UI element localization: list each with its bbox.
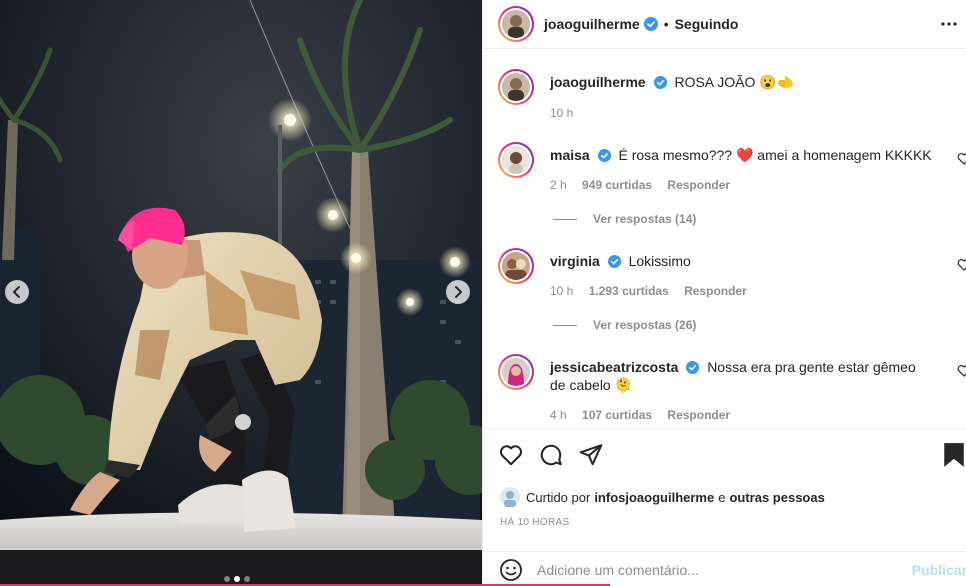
comment-like-heart-icon[interactable] — [957, 152, 966, 166]
verified-badge-icon — [686, 361, 700, 374]
comment-like-heart-icon[interactable] — [957, 258, 966, 272]
comment-like-heart-icon[interactable] — [957, 364, 966, 378]
comment-item: maisa É rosa mesmo??? ❤️ amei a homenage… — [498, 142, 963, 202]
reply-button[interactable]: Responder — [667, 178, 730, 192]
author-avatar[interactable] — [498, 6, 534, 42]
comment-item: virginia Lokissimo 10 h 1.293 curtidas R… — [498, 248, 963, 308]
comment-avatar[interactable] — [498, 354, 534, 390]
carousel-indicator — [224, 576, 250, 582]
view-replies-label: Ver respostas (14) — [593, 212, 697, 226]
separator-dot: • — [663, 16, 669, 32]
liked-by-prefix: Curtido por — [526, 489, 591, 505]
verified-badge-icon — [607, 255, 621, 268]
comment-meta: 4 h 107 curtidas Responder — [550, 408, 730, 422]
carousel-dot — [244, 576, 250, 582]
post-photo — [0, 0, 482, 586]
verified-badge-icon — [597, 149, 611, 162]
liked-by-user[interactable]: infosjoaoguilherme — [594, 490, 714, 505]
bookmark-icon[interactable] — [942, 442, 966, 468]
watch — [235, 414, 251, 430]
comment-item: jessicabeatrizcosta Nossa era pra gente … — [498, 354, 963, 424]
comment-likes[interactable]: 1.293 curtidas — [589, 284, 669, 298]
carousel-dot-active — [234, 576, 240, 582]
next-photo-button[interactable] — [446, 280, 470, 304]
liked-by-and: e — [718, 489, 726, 505]
comment-likes[interactable]: 107 curtidas — [582, 408, 652, 422]
publish-button[interactable]: Publicar — [912, 562, 966, 578]
comment-username[interactable]: maisa — [550, 147, 590, 163]
comment-likes[interactable]: 949 curtidas — [582, 178, 652, 192]
view-replies-label: Ver respostas (26) — [593, 318, 697, 332]
carousel-dot — [224, 576, 230, 582]
smiley-icon[interactable] — [499, 558, 523, 582]
liker-avatar[interactable] — [500, 487, 520, 507]
caption-time: 10 h — [550, 106, 574, 120]
post-header: joaoguilherme • Seguindo — [483, 0, 966, 49]
comment-time: 4 h — [550, 408, 567, 422]
caption: joaoguilherme ROSA JOÃO 😮🫲 10 h — [498, 69, 963, 129]
comment-input[interactable]: Adicione um comentário... — [537, 562, 699, 578]
view-replies-button[interactable]: Ver respostas (14) — [553, 212, 696, 226]
liked-by-others[interactable]: outras pessoas — [729, 490, 824, 505]
post-side-panel: joaoguilherme • Seguindo joaoguilherme R… — [482, 0, 966, 586]
photo-scene — [0, 0, 482, 586]
caption-text: ROSA JOÃO 😮🫲 — [674, 74, 795, 90]
reply-button[interactable]: Responder — [667, 408, 730, 422]
comment-time: 10 h — [550, 284, 574, 298]
paper-plane-icon[interactable] — [578, 442, 604, 468]
comment-username[interactable]: jessicabeatrizcosta — [550, 359, 678, 375]
verified-badge-icon — [653, 76, 667, 89]
comment-composer: Adicione um comentário... Publicar — [483, 551, 966, 586]
more-options-icon[interactable] — [941, 16, 957, 32]
chevron-left-icon — [13, 286, 20, 298]
comment-time: 2 h — [550, 178, 567, 192]
liked-by: Curtido por infosjoaoguilherme e outras … — [500, 487, 829, 507]
view-replies-button[interactable]: Ver respostas (26) — [553, 318, 696, 332]
comment-meta: 2 h 949 curtidas Responder — [550, 178, 730, 192]
comment-avatar[interactable] — [498, 142, 534, 178]
author-username[interactable]: joaoguilherme — [544, 16, 640, 32]
caption-avatar[interactable] — [498, 69, 534, 105]
verified-badge-icon — [643, 17, 658, 31]
reply-button[interactable]: Responder — [684, 284, 747, 298]
post-actions-section: Curtido por infosjoaoguilherme e outras … — [483, 428, 966, 586]
previous-photo-button[interactable] — [5, 280, 29, 304]
comment-text: Lokissimo — [628, 253, 691, 269]
comment-icon[interactable] — [538, 442, 564, 468]
heart-icon[interactable] — [498, 442, 524, 468]
following-button[interactable]: Seguindo — [675, 16, 739, 32]
post-timestamp: HÁ 10 HORAS — [500, 517, 570, 528]
comment-meta: 10 h 1.293 curtidas Responder — [550, 284, 747, 298]
comment-username[interactable]: virginia — [550, 253, 600, 269]
comment-avatar[interactable] — [498, 248, 534, 284]
caption-username[interactable]: joaoguilherme — [550, 74, 646, 90]
comment-text: É rosa mesmo??? ❤️ amei a homenagem KKKK… — [618, 147, 932, 163]
chevron-right-icon — [455, 286, 462, 298]
